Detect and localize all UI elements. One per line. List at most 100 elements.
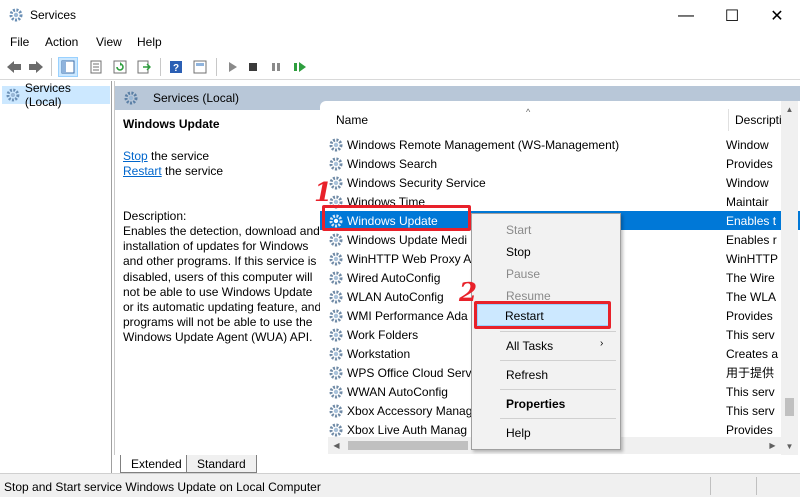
restart-suffix: the service <box>161 164 224 178</box>
forward-arrow-icon <box>29 61 43 73</box>
service-gear-icon <box>329 423 343 436</box>
submenu-arrow-icon: › <box>600 338 604 349</box>
start-service-button[interactable] <box>222 57 242 77</box>
restart-service-button[interactable] <box>290 57 310 77</box>
service-description: Creates a <box>726 346 779 361</box>
stop-suffix: the service <box>147 149 210 163</box>
scroll-thumb[interactable] <box>348 441 468 450</box>
maximize-button[interactable]: ☐ <box>709 0 755 31</box>
menu-item-all-tasks[interactable]: All Tasks <box>506 339 553 353</box>
view-toolbar-button[interactable] <box>190 57 210 77</box>
help-toolbar-button[interactable]: ? <box>166 57 186 77</box>
stop-link[interactable]: Stop <box>123 149 148 163</box>
scroll-up-icon[interactable]: ▲ <box>781 101 798 118</box>
service-description: 用于提供 <box>726 366 775 380</box>
menu-item-start[interactable]: Start <box>506 223 531 237</box>
restart-action: Restart the service <box>123 164 223 178</box>
stop-action: Stop the service <box>123 149 209 163</box>
toolbar-separator <box>160 58 161 76</box>
scroll-right-icon[interactable]: ▶ <box>764 437 781 454</box>
menu-separator <box>500 418 616 419</box>
service-gear-icon <box>329 271 343 284</box>
description-label: Description: <box>123 209 187 223</box>
service-row[interactable]: Windows Remote Management (WS-Management… <box>328 135 788 154</box>
close-button[interactable]: ✕ <box>754 0 800 31</box>
tab-standard-label: Standard <box>197 457 246 471</box>
service-description: Window <box>726 137 769 152</box>
service-row[interactable]: Windows Security Service Window <box>328 173 788 192</box>
scroll-left-icon[interactable]: ◀ <box>328 437 345 454</box>
menu-file[interactable]: File <box>10 35 29 49</box>
show-hide-console-tree-button[interactable] <box>58 57 78 77</box>
pause-icon <box>272 63 280 71</box>
back-arrow-icon <box>7 61 21 73</box>
restart-icon <box>294 62 306 72</box>
menu-item-help[interactable]: Help <box>506 426 531 440</box>
service-row[interactable]: Windows Search Provides <box>328 154 788 173</box>
console-tree-icon <box>61 60 75 74</box>
menu-view[interactable]: View <box>96 35 122 49</box>
services-gear-icon <box>124 91 138 105</box>
menu-help[interactable]: Help <box>137 35 162 49</box>
refresh-icon <box>113 60 127 74</box>
service-description: Provides <box>726 156 773 171</box>
export-list-button[interactable] <box>134 57 154 77</box>
service-description: This serv <box>726 327 775 342</box>
menu-action[interactable]: Action <box>45 35 78 49</box>
stop-icon <box>249 63 257 71</box>
forward-button[interactable] <box>26 57 46 77</box>
minimize-button[interactable]: — <box>663 0 709 31</box>
service-description: Enables r <box>726 232 777 247</box>
properties-toolbar-button[interactable] <box>86 57 106 77</box>
scroll-down-icon[interactable]: ▼ <box>781 438 798 455</box>
svg-text:?: ? <box>173 63 179 74</box>
refresh-toolbar-button[interactable] <box>110 57 130 77</box>
service-description: Maintair <box>726 194 769 209</box>
export-icon <box>137 60 151 74</box>
document-icon <box>90 60 102 74</box>
restart-link[interactable]: Restart <box>123 164 162 178</box>
service-name: Windows Security Service <box>347 175 486 190</box>
column-separator[interactable] <box>728 109 729 131</box>
main-pane: Services (Local) Windows Update Stop the… <box>114 81 800 455</box>
service-description: Window <box>726 175 769 190</box>
service-name: Windows Remote Management (WS-Management… <box>347 137 620 152</box>
stop-service-button[interactable] <box>243 57 263 77</box>
service-gear-icon <box>329 290 343 303</box>
description-pane: Windows Update Stop the service Restart … <box>123 115 323 455</box>
menu-item-properties[interactable]: Properties <box>506 397 565 411</box>
column-header-description[interactable]: Descripti <box>735 113 782 127</box>
annotation-box-windows-update <box>322 205 471 231</box>
status-divider <box>710 477 711 495</box>
close-icon: ✕ <box>770 7 784 25</box>
description-text: Enables the detection, download and inst… <box>123 224 322 345</box>
service-gear-icon <box>329 385 343 398</box>
pause-service-button[interactable] <box>266 57 286 77</box>
tab-extended[interactable]: Extended <box>120 455 193 473</box>
context-menu: Start Stop Pause Resume All Tasks › Refr… <box>471 213 621 450</box>
back-button[interactable] <box>4 57 24 77</box>
service-description: The WLA <box>726 289 777 304</box>
service-gear-icon <box>329 328 343 341</box>
menu-item-pause[interactable]: Pause <box>506 267 540 281</box>
view-tabs: Extended Standard <box>114 455 800 473</box>
toolbar: ? <box>0 53 800 80</box>
service-gear-icon <box>329 404 343 417</box>
tree-item-services-local[interactable]: Services (Local) <box>2 81 110 109</box>
step-number-1: 1 <box>314 178 333 208</box>
column-header-name[interactable]: Name <box>336 113 368 127</box>
service-gear-icon <box>329 233 343 246</box>
service-name: Windows Search <box>347 156 438 171</box>
menu-item-stop[interactable]: Stop <box>506 245 531 259</box>
scroll-thumb[interactable] <box>785 398 794 416</box>
menu-item-refresh[interactable]: Refresh <box>506 368 548 382</box>
tab-standard[interactable]: Standard <box>186 455 257 473</box>
vertical-scrollbar[interactable]: ▲ ▼ <box>781 101 798 455</box>
service-description: Enables t <box>726 213 777 228</box>
status-divider <box>756 477 757 495</box>
step-number-2: 2 <box>459 278 478 308</box>
service-description: Provides <box>726 422 773 437</box>
service-gear-icon <box>329 347 343 360</box>
minimize-icon: — <box>678 6 694 24</box>
toolbar-separator <box>51 58 52 76</box>
